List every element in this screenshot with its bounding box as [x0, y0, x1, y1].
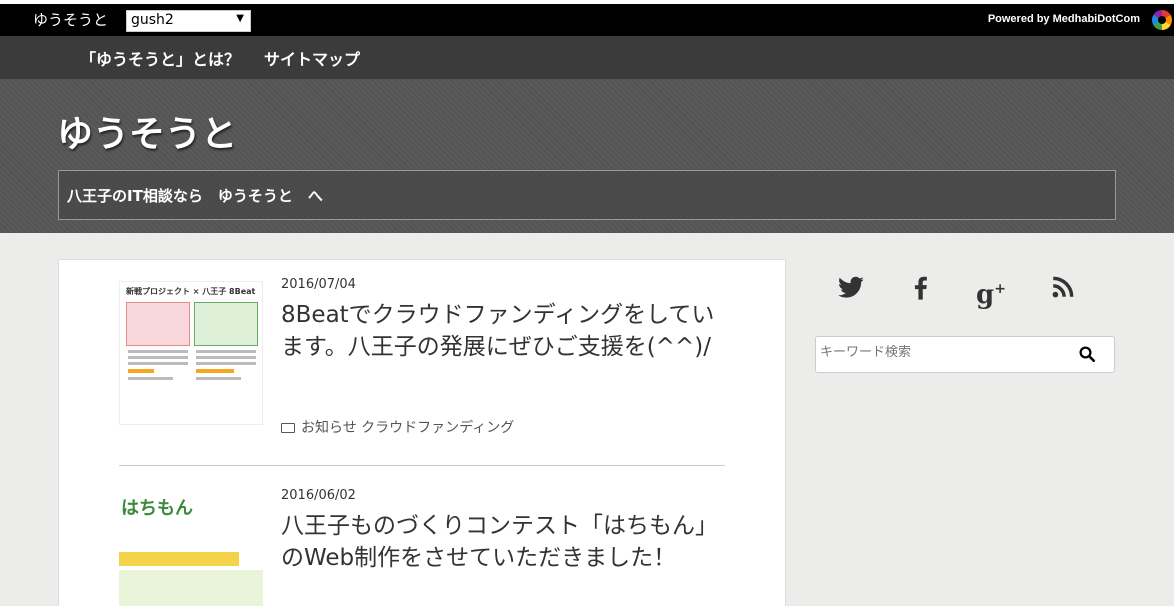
main-nav: 「ゆうそうと」とは？ サイトマップ: [0, 36, 1174, 79]
thumb-header-text: 新戦プロジェクト × 八王子 8Beat: [126, 287, 256, 296]
medhabi-logo-icon[interactable]: [1152, 10, 1172, 30]
dropdown-arrow-icon: ▼: [236, 13, 244, 24]
thumb-image: [126, 302, 190, 346]
post-list: 新戦プロジェクト × 八王子 8Beat 2016/07/04 8Beatでクラ…: [58, 259, 786, 606]
site-tagline: 八王子のIT相談なら ゆうそうと へ: [67, 187, 323, 205]
post-item: はちもん 2016/06/02 八王子ものづくりコンテスト「はちもん」のWeb制…: [119, 488, 729, 606]
post-title[interactable]: 八王子ものづくりコンテスト「はちもん」のWeb制作をさせていただきました！: [281, 510, 729, 574]
post-thumbnail[interactable]: 新戦プロジェクト × 八王子 8Beat: [119, 281, 263, 425]
thumb-image: [194, 302, 258, 346]
facebook-icon[interactable]: [906, 274, 936, 304]
folder-icon: [281, 423, 295, 433]
category-links[interactable]: お知らせ クラウドファンディング: [301, 420, 514, 436]
thumb-logo-text: はちもん: [121, 498, 193, 519]
site-title[interactable]: ゆうそうと: [57, 105, 237, 157]
post-title[interactable]: 8Beatでクラウドファンディングをしています。八王子の発展にぜひご支援を(^^…: [281, 299, 729, 363]
thumb-panel: [119, 570, 263, 606]
post-date: 2016/06/02: [281, 488, 356, 503]
thumb-column: [194, 302, 258, 422]
top-bar: ゆうそうと gush2 ▼ Powered by MedhabiDotCom: [0, 0, 1174, 36]
nav-item-about[interactable]: 「ゆうそうと」とは？: [80, 46, 240, 70]
powered-by-link[interactable]: Powered by MedhabiDotCom: [988, 13, 1140, 25]
site-select-value: gush2: [131, 12, 174, 28]
rss-icon[interactable]: [1048, 274, 1078, 304]
thumb-column: [126, 302, 190, 422]
post-item: 新戦プロジェクト × 八王子 8Beat 2016/07/04 8Beatでクラ…: [119, 277, 729, 467]
twitter-icon[interactable]: [836, 274, 866, 304]
search-icon[interactable]: [1078, 345, 1096, 363]
nav-item-sitemap[interactable]: サイトマップ: [264, 46, 360, 70]
post-date: 2016/07/04: [281, 277, 356, 292]
thumb-banner: [119, 552, 239, 566]
search-input[interactable]: [820, 345, 1060, 360]
google-plus-icon[interactable]: g+: [976, 274, 1006, 310]
tagline-box: 八王子のIT相談なら ゆうそうと へ: [58, 170, 1116, 220]
post-divider: [119, 465, 725, 466]
site-header: ゆうそうと 八王子のIT相談なら ゆうそうと へ: [0, 79, 1174, 233]
post-categories: お知らせ クラウドファンディング: [281, 417, 514, 437]
site-name[interactable]: ゆうそうと: [33, 9, 108, 30]
site-select[interactable]: gush2 ▼: [126, 10, 251, 32]
search-box: [815, 336, 1115, 373]
post-thumbnail[interactable]: はちもん: [119, 492, 263, 606]
